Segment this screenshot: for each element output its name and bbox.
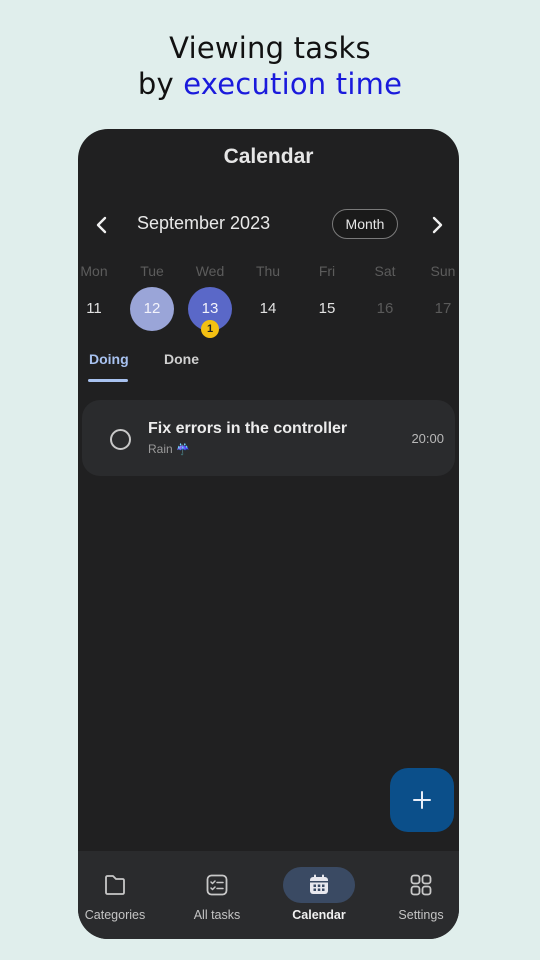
promo-headline: Viewing tasks by execution time (0, 30, 540, 102)
day-12-today[interactable]: 12 (130, 287, 174, 331)
calendar-icon (310, 874, 328, 894)
weekday-mon: Mon (80, 263, 108, 279)
weekday-fri: Fri (318, 263, 336, 279)
active-tab-indicator (88, 379, 128, 382)
nav-label-all-tasks: All tasks (193, 908, 241, 922)
nav-label-settings: Settings (398, 908, 444, 922)
day-14[interactable]: 14 (246, 287, 290, 331)
day-17[interactable]: 17 (421, 287, 459, 331)
day-16[interactable]: 16 (363, 287, 407, 331)
bottom-navigation: Categories All tasks Calendar Settings (78, 851, 459, 939)
nav-item-categories[interactable]: Categories (78, 851, 163, 939)
month-label: September 2023 (137, 213, 271, 233)
grid-icon (410, 874, 432, 896)
folder-icon (105, 875, 125, 895)
nav-label-calendar: Calendar (292, 908, 346, 922)
umbrella-rain-icon: ☔ (176, 444, 190, 456)
plus-icon (413, 791, 431, 809)
headline-line-1: Viewing tasks (169, 31, 371, 65)
chevron-right-icon[interactable] (427, 213, 447, 237)
page-title: Calendar (223, 145, 314, 168)
tab-done[interactable]: Done (164, 351, 199, 367)
task-title: Fix errors in the controller (148, 420, 348, 437)
tab-doing[interactable]: Doing (89, 351, 129, 367)
chevron-left-icon[interactable] (92, 213, 112, 237)
view-mode-button[interactable]: Month (332, 209, 398, 239)
task-checkbox[interactable] (110, 429, 131, 450)
task-time: 20:00 (411, 431, 444, 446)
add-task-button[interactable] (390, 768, 454, 832)
task-count-badge: 1 (201, 320, 219, 338)
task-category: Rain (148, 442, 173, 456)
weekday-sat: Sat (374, 263, 396, 279)
task-subtitle: Rain ☔ (148, 442, 190, 456)
weekday-wed: Wed (195, 263, 225, 279)
nav-item-settings[interactable]: Settings (373, 851, 459, 939)
headline-accent: execution time (183, 67, 403, 101)
nav-item-calendar[interactable]: Calendar (271, 851, 367, 939)
weekday-sun: Sun (430, 263, 456, 279)
nav-label-categories: Categories (84, 908, 146, 922)
task-card[interactable]: Fix errors in the controller Rain ☔ 20:0… (82, 400, 455, 476)
phone-screen: Calendar September 2023 Month Mon Tue We… (78, 129, 459, 939)
headline-line-2: by execution time (0, 66, 540, 102)
checklist-icon (206, 874, 228, 896)
weekday-tue: Tue (140, 263, 164, 279)
day-15[interactable]: 15 (305, 287, 349, 331)
headline-prefix: by (137, 67, 184, 101)
nav-item-all-tasks[interactable]: All tasks (169, 851, 265, 939)
weekday-thu: Thu (255, 263, 281, 279)
day-11[interactable]: 11 (78, 287, 116, 331)
